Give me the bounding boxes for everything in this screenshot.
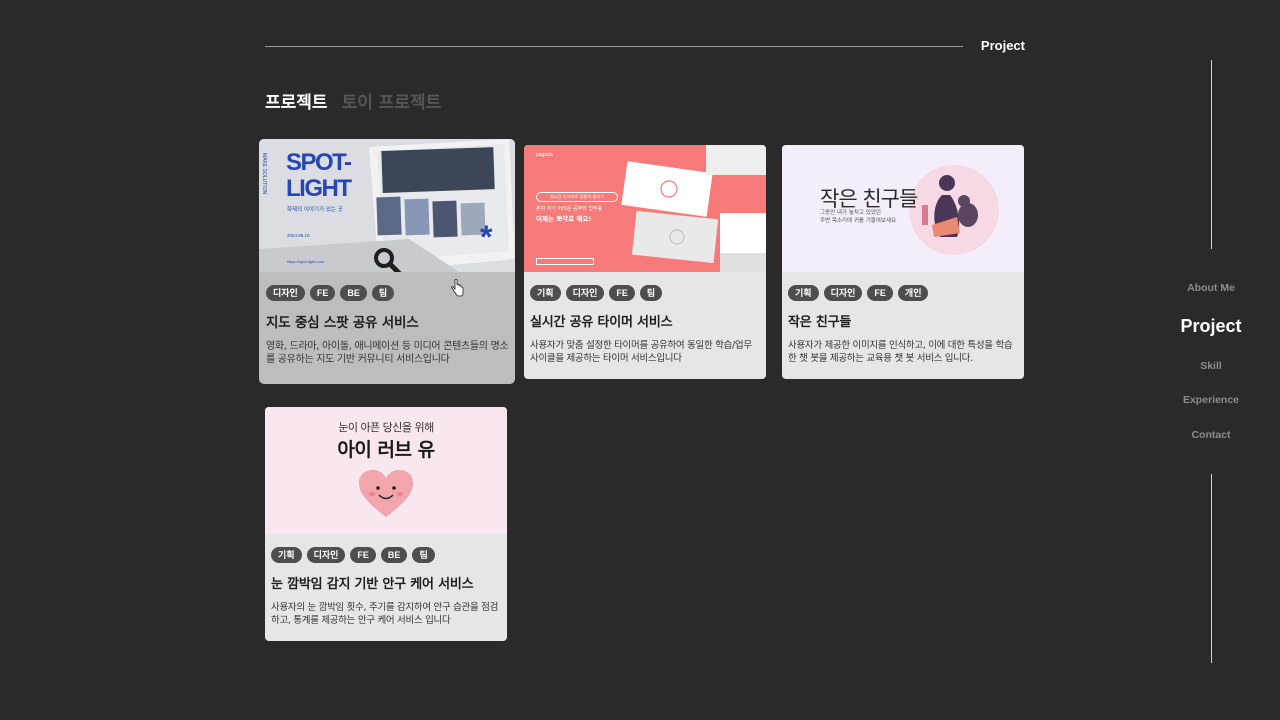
timer-cta xyxy=(536,258,594,265)
tag: 기획 xyxy=(271,547,302,563)
card-thumbnail: 눈이 아픈 당신을 위해 아이 러브 유 xyxy=(265,407,507,534)
search-icon xyxy=(374,248,402,272)
tag: 개인 xyxy=(897,285,929,301)
tag: FE xyxy=(609,285,635,301)
cursor-icon xyxy=(451,279,464,297)
nav-item-skill[interactable]: Skill xyxy=(1150,360,1272,372)
card-title: 작은 친구들 xyxy=(788,315,852,330)
timer-line-2: 이제는 뽀각로 해요! xyxy=(536,215,592,223)
card-title: 실시간 공유 타이머 서비스 xyxy=(530,315,673,330)
card-description: 사용자가 제공한 이미지를 인식하고, 이에 대한 특성을 학습한 챗 봇을 제… xyxy=(788,340,1013,364)
card-title: 지도 중심 스팟 공유 서비스 xyxy=(266,315,419,331)
tag: 기획 xyxy=(788,285,819,301)
card-title: 눈 깜박임 감지 기반 안구 케어 서비스 xyxy=(271,577,474,592)
section-divider xyxy=(265,46,963,47)
spotlight-date: 2024.08.10 xyxy=(287,233,310,238)
little-friends-sub-1: 그동안 내가 놓치고 있었던 xyxy=(820,210,881,216)
tag: 디자인 xyxy=(306,547,346,563)
card-description: 영화, 드라마, 아이돌, 애니메이션 등 미디어 콘텐츠들의 명소를 공유하는… xyxy=(266,341,509,365)
eye-care-sub: 눈이 아픈 당신을 위해 xyxy=(338,421,434,434)
tag: 디자인 xyxy=(823,285,863,301)
nav-item-contact[interactable]: Contact xyxy=(1150,429,1272,441)
tag: 팀 xyxy=(412,547,435,563)
card-thumbnail: pagoda 실시간 타이머로 집중력 올리기 혼자 하기 어려운 공부와 업무… xyxy=(524,145,766,272)
tag: FE xyxy=(867,285,893,301)
project-card-timer[interactable]: pagoda 실시간 타이머로 집중력 올리기 혼자 하기 어려운 공부와 업무… xyxy=(524,145,766,379)
section-title: Project xyxy=(980,38,1025,53)
tag-list: 디자인 FE BE 팀 xyxy=(266,285,509,301)
pagoda-logo: pagoda xyxy=(536,152,553,158)
section-header: Project xyxy=(265,36,1025,56)
tag: 팀 xyxy=(371,285,395,301)
card-thumbnail: MAKE SOLUTION SPOT- LIGHT 화제의 이야기가 있는 곳 … xyxy=(259,139,515,272)
tag: 디자인 xyxy=(565,285,605,301)
tag-list: 기획 디자인 FE BE 팀 xyxy=(271,547,501,563)
timer-pill: 실시간 타이머로 집중력 올리기 xyxy=(536,192,618,202)
spotlight-footer: https://spot-light.com xyxy=(287,259,324,264)
nav-item-experience[interactable]: Experience xyxy=(1150,394,1272,406)
tab-toy-project[interactable]: 토이 프로젝트 xyxy=(342,88,442,113)
asterisk-icon: * xyxy=(480,219,493,255)
nav-line-top xyxy=(1211,60,1212,249)
little-friends-sub-2: 주변 목소리에 귀를 기울여보세요 xyxy=(820,218,897,224)
tag-list: 기획 디자인 FE 팀 xyxy=(530,285,760,301)
card-description: 사용자의 눈 깜박임 횟수, 주기를 감지하여 안구 습관을 점검하고, 통계를… xyxy=(271,602,499,626)
tag: 팀 xyxy=(639,285,663,301)
nav-item-project[interactable]: Project xyxy=(1150,316,1272,337)
nav-line-bottom xyxy=(1211,474,1212,663)
project-card-eye-care[interactable]: 눈이 아픈 당신을 위해 아이 러브 유 기획 디자인 FE BE 팀 눈 깜박… xyxy=(265,407,507,641)
tab-project[interactable]: 프로젝트 xyxy=(265,88,328,113)
tag: FE xyxy=(350,547,376,563)
eye-care-title: 아이 러브 유 xyxy=(337,439,435,461)
project-card-little-friends[interactable]: 작은 친구들 그동안 내가 놓치고 있었던 주변 목소리에 귀를 기울여보세요 … xyxy=(782,145,1024,379)
card-body: 디자인 FE BE 팀 지도 중심 스팟 공유 서비스 영화, 드라마, 아이돌… xyxy=(259,272,515,366)
tag: 기획 xyxy=(530,285,561,301)
tag: 디자인 xyxy=(266,285,305,301)
tag: BE xyxy=(340,285,367,301)
spotlight-subtitle: 화제의 이야기가 있는 곳 xyxy=(287,207,343,213)
tag: BE xyxy=(380,547,408,563)
heart-icon xyxy=(359,470,413,517)
nav-item-about-me[interactable]: About Me xyxy=(1150,282,1272,294)
project-card-spotlight[interactable]: MAKE SOLUTION SPOT- LIGHT 화제의 이야기가 있는 곳 … xyxy=(259,139,515,384)
card-description: 사용자가 맞춤 설정한 타이머를 공유하여 동일한 학습/업무 사이클을 제공하… xyxy=(530,340,752,364)
spotlight-side-text: MAKE SOLUTION xyxy=(261,153,267,195)
card-thumbnail: 작은 친구들 그동안 내가 놓치고 있었던 주변 목소리에 귀를 기울여보세요 xyxy=(782,145,1024,272)
card-body: 기획 디자인 FE 개인 작은 친구들 사용자가 제공한 이미지를 인식하고, … xyxy=(782,272,1024,365)
spotlight-title-2: LIGHT xyxy=(286,175,352,202)
project-tabs: 프로젝트 토이 프로젝트 xyxy=(265,88,441,113)
spotlight-title-1: SPOT- xyxy=(286,149,352,176)
tag-list: 기획 디자인 FE 개인 xyxy=(788,285,1018,301)
tag: FE xyxy=(309,285,336,301)
timer-line-1: 혼자 하기 어려운 공부와 업무를 xyxy=(536,206,603,212)
card-body: 기획 디자인 FE BE 팀 눈 깜박임 감지 기반 안구 케어 서비스 사용자… xyxy=(265,534,507,627)
card-body: 기획 디자인 FE 팀 실시간 공유 타이머 서비스 사용자가 맞춤 설정한 타… xyxy=(524,272,766,365)
